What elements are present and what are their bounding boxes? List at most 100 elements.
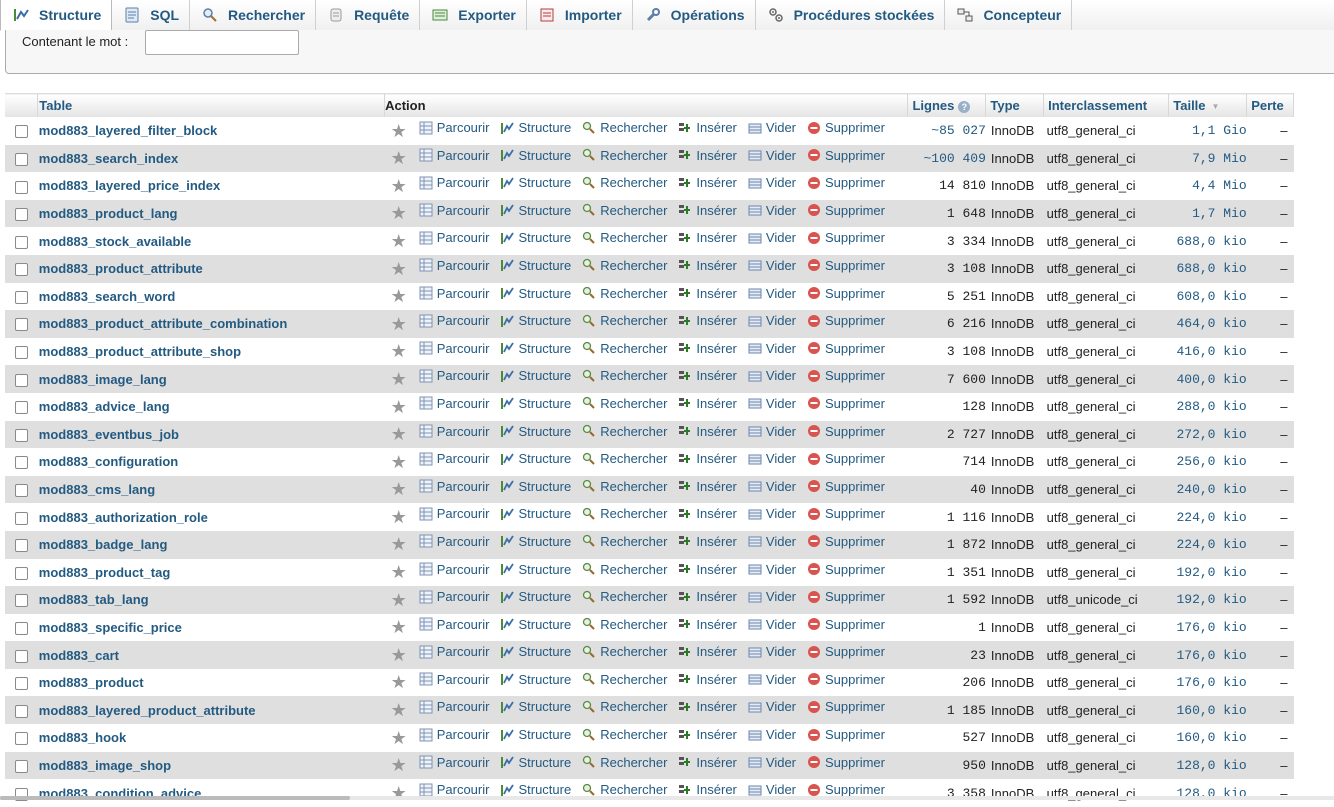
insert-action[interactable]: Insérer xyxy=(678,562,737,577)
row-select[interactable] xyxy=(5,724,38,752)
insert-action[interactable]: Insérer xyxy=(678,589,737,604)
browse-action[interactable]: Parcourir xyxy=(419,562,489,577)
size-value[interactable]: 400,0 kio xyxy=(1176,372,1246,387)
drop-action[interactable]: Supprimer xyxy=(807,120,885,135)
insert-action[interactable]: Insérer xyxy=(678,672,737,687)
tab-rechercher[interactable]: Rechercher xyxy=(190,0,317,30)
size-value[interactable]: 176,0 kio xyxy=(1176,648,1246,663)
favorite-star-icon[interactable]: ★ xyxy=(391,424,407,445)
drop-action[interactable]: Supprimer xyxy=(807,258,885,273)
search-action[interactable]: Rechercher xyxy=(582,341,667,356)
drop-action[interactable]: Supprimer xyxy=(807,451,885,466)
drop-action[interactable]: Supprimer xyxy=(807,589,885,604)
table-name-link[interactable]: mod883_badge_lang xyxy=(39,537,168,552)
size-value[interactable]: 7,9 Mio xyxy=(1192,151,1247,166)
insert-action[interactable]: Insérer xyxy=(678,451,737,466)
browse-action[interactable]: Parcourir xyxy=(419,313,489,328)
row-checkbox[interactable] xyxy=(14,511,28,525)
insert-action[interactable]: Insérer xyxy=(678,479,737,494)
row-select[interactable] xyxy=(5,613,38,642)
table-name-link[interactable]: mod883_specific_price xyxy=(39,620,182,635)
row-checkbox[interactable] xyxy=(14,759,28,773)
row-select[interactable] xyxy=(5,696,38,725)
horizontal-scrollbar[interactable] xyxy=(0,796,1334,800)
empty-action[interactable]: Vider xyxy=(748,534,796,549)
search-action[interactable]: Rechercher xyxy=(582,258,667,273)
empty-action[interactable]: Vider xyxy=(748,286,796,301)
drop-action[interactable]: Supprimer xyxy=(807,617,885,632)
size-value[interactable]: 288,0 kio xyxy=(1176,399,1246,414)
empty-action[interactable]: Vider xyxy=(748,727,796,742)
insert-action[interactable]: Insérer xyxy=(678,341,737,356)
structure-action[interactable]: Structure xyxy=(500,617,571,632)
row-checkbox[interactable] xyxy=(14,732,28,746)
table-name-link[interactable]: mod883_product_tag xyxy=(39,565,170,580)
drop-action[interactable]: Supprimer xyxy=(807,148,885,163)
row-select[interactable] xyxy=(5,310,38,338)
structure-action[interactable]: Structure xyxy=(500,120,571,135)
row-checkbox[interactable] xyxy=(14,539,28,553)
insert-action[interactable]: Insérer xyxy=(678,368,737,383)
favorite-star-icon[interactable]: ★ xyxy=(391,590,407,611)
header-table[interactable]: Table xyxy=(37,93,386,117)
help-icon[interactable]: ? xyxy=(958,100,971,113)
search-action[interactable]: Rechercher xyxy=(582,562,667,577)
drop-action[interactable]: Supprimer xyxy=(807,506,885,521)
favorite-star-icon[interactable]: ★ xyxy=(391,314,407,335)
search-action[interactable]: Rechercher xyxy=(582,479,667,494)
structure-action[interactable]: Structure xyxy=(500,368,571,383)
row-select[interactable] xyxy=(5,779,38,807)
tab-exporter[interactable]: Exporter xyxy=(420,0,527,30)
empty-action[interactable]: Vider xyxy=(748,230,796,245)
empty-action[interactable]: Vider xyxy=(748,699,796,714)
insert-action[interactable]: Insérer xyxy=(678,727,737,742)
browse-action[interactable]: Parcourir xyxy=(419,203,489,218)
table-name-link[interactable]: mod883_product_lang xyxy=(39,206,178,221)
row-select[interactable] xyxy=(5,199,38,228)
browse-action[interactable]: Parcourir xyxy=(419,175,489,190)
drop-action[interactable]: Supprimer xyxy=(807,644,885,659)
row-checkbox[interactable] xyxy=(14,290,28,304)
empty-action[interactable]: Vider xyxy=(748,479,796,494)
row-checkbox[interactable] xyxy=(14,456,28,470)
size-value[interactable]: 128,0 kio xyxy=(1176,758,1246,773)
browse-action[interactable]: Parcourir xyxy=(419,755,489,770)
empty-action[interactable]: Vider xyxy=(748,396,796,411)
drop-action[interactable]: Supprimer xyxy=(807,479,885,494)
row-select[interactable] xyxy=(5,365,38,393)
insert-action[interactable]: Insérer xyxy=(678,175,737,190)
browse-action[interactable]: Parcourir xyxy=(419,506,489,521)
table-name-link[interactable]: mod883_product xyxy=(39,675,144,690)
favorite-star-icon[interactable]: ★ xyxy=(391,341,407,362)
search-action[interactable]: Rechercher xyxy=(582,506,667,521)
row-checkbox[interactable] xyxy=(14,318,28,332)
insert-action[interactable]: Insérer xyxy=(678,148,737,163)
size-value[interactable]: 160,0 kio xyxy=(1176,730,1246,745)
browse-action[interactable]: Parcourir xyxy=(419,672,489,687)
drop-action[interactable]: Supprimer xyxy=(807,203,885,218)
size-value[interactable]: 224,0 kio xyxy=(1176,510,1246,525)
structure-action[interactable]: Structure xyxy=(500,230,571,245)
row-checkbox[interactable] xyxy=(14,566,28,580)
insert-action[interactable]: Insérer xyxy=(678,258,737,273)
favorite-star-icon[interactable]: ★ xyxy=(391,121,407,142)
insert-action[interactable]: Insérer xyxy=(678,699,737,714)
insert-action[interactable]: Insérer xyxy=(678,230,737,245)
row-select[interactable] xyxy=(5,337,38,366)
browse-action[interactable]: Parcourir xyxy=(419,120,489,135)
empty-action[interactable]: Vider xyxy=(748,368,796,383)
empty-action[interactable]: Vider xyxy=(748,258,796,273)
size-value[interactable]: 176,0 kio xyxy=(1176,675,1246,690)
empty-action[interactable]: Vider xyxy=(748,644,796,659)
table-name-link[interactable]: mod883_cms_lang xyxy=(39,482,155,497)
table-name-link[interactable]: mod883_tab_lang xyxy=(39,592,149,607)
empty-action[interactable]: Vider xyxy=(748,755,796,770)
favorite-star-icon[interactable]: ★ xyxy=(391,534,407,555)
empty-action[interactable]: Vider xyxy=(748,451,796,466)
size-value[interactable]: 1,1 Gio xyxy=(1192,123,1247,138)
table-name-link[interactable]: mod883_authorization_role xyxy=(39,510,208,525)
browse-action[interactable]: Parcourir xyxy=(419,341,489,356)
size-value[interactable]: 176,0 kio xyxy=(1176,620,1246,635)
structure-action[interactable]: Structure xyxy=(500,203,571,218)
header-type[interactable]: Type xyxy=(985,93,1045,117)
